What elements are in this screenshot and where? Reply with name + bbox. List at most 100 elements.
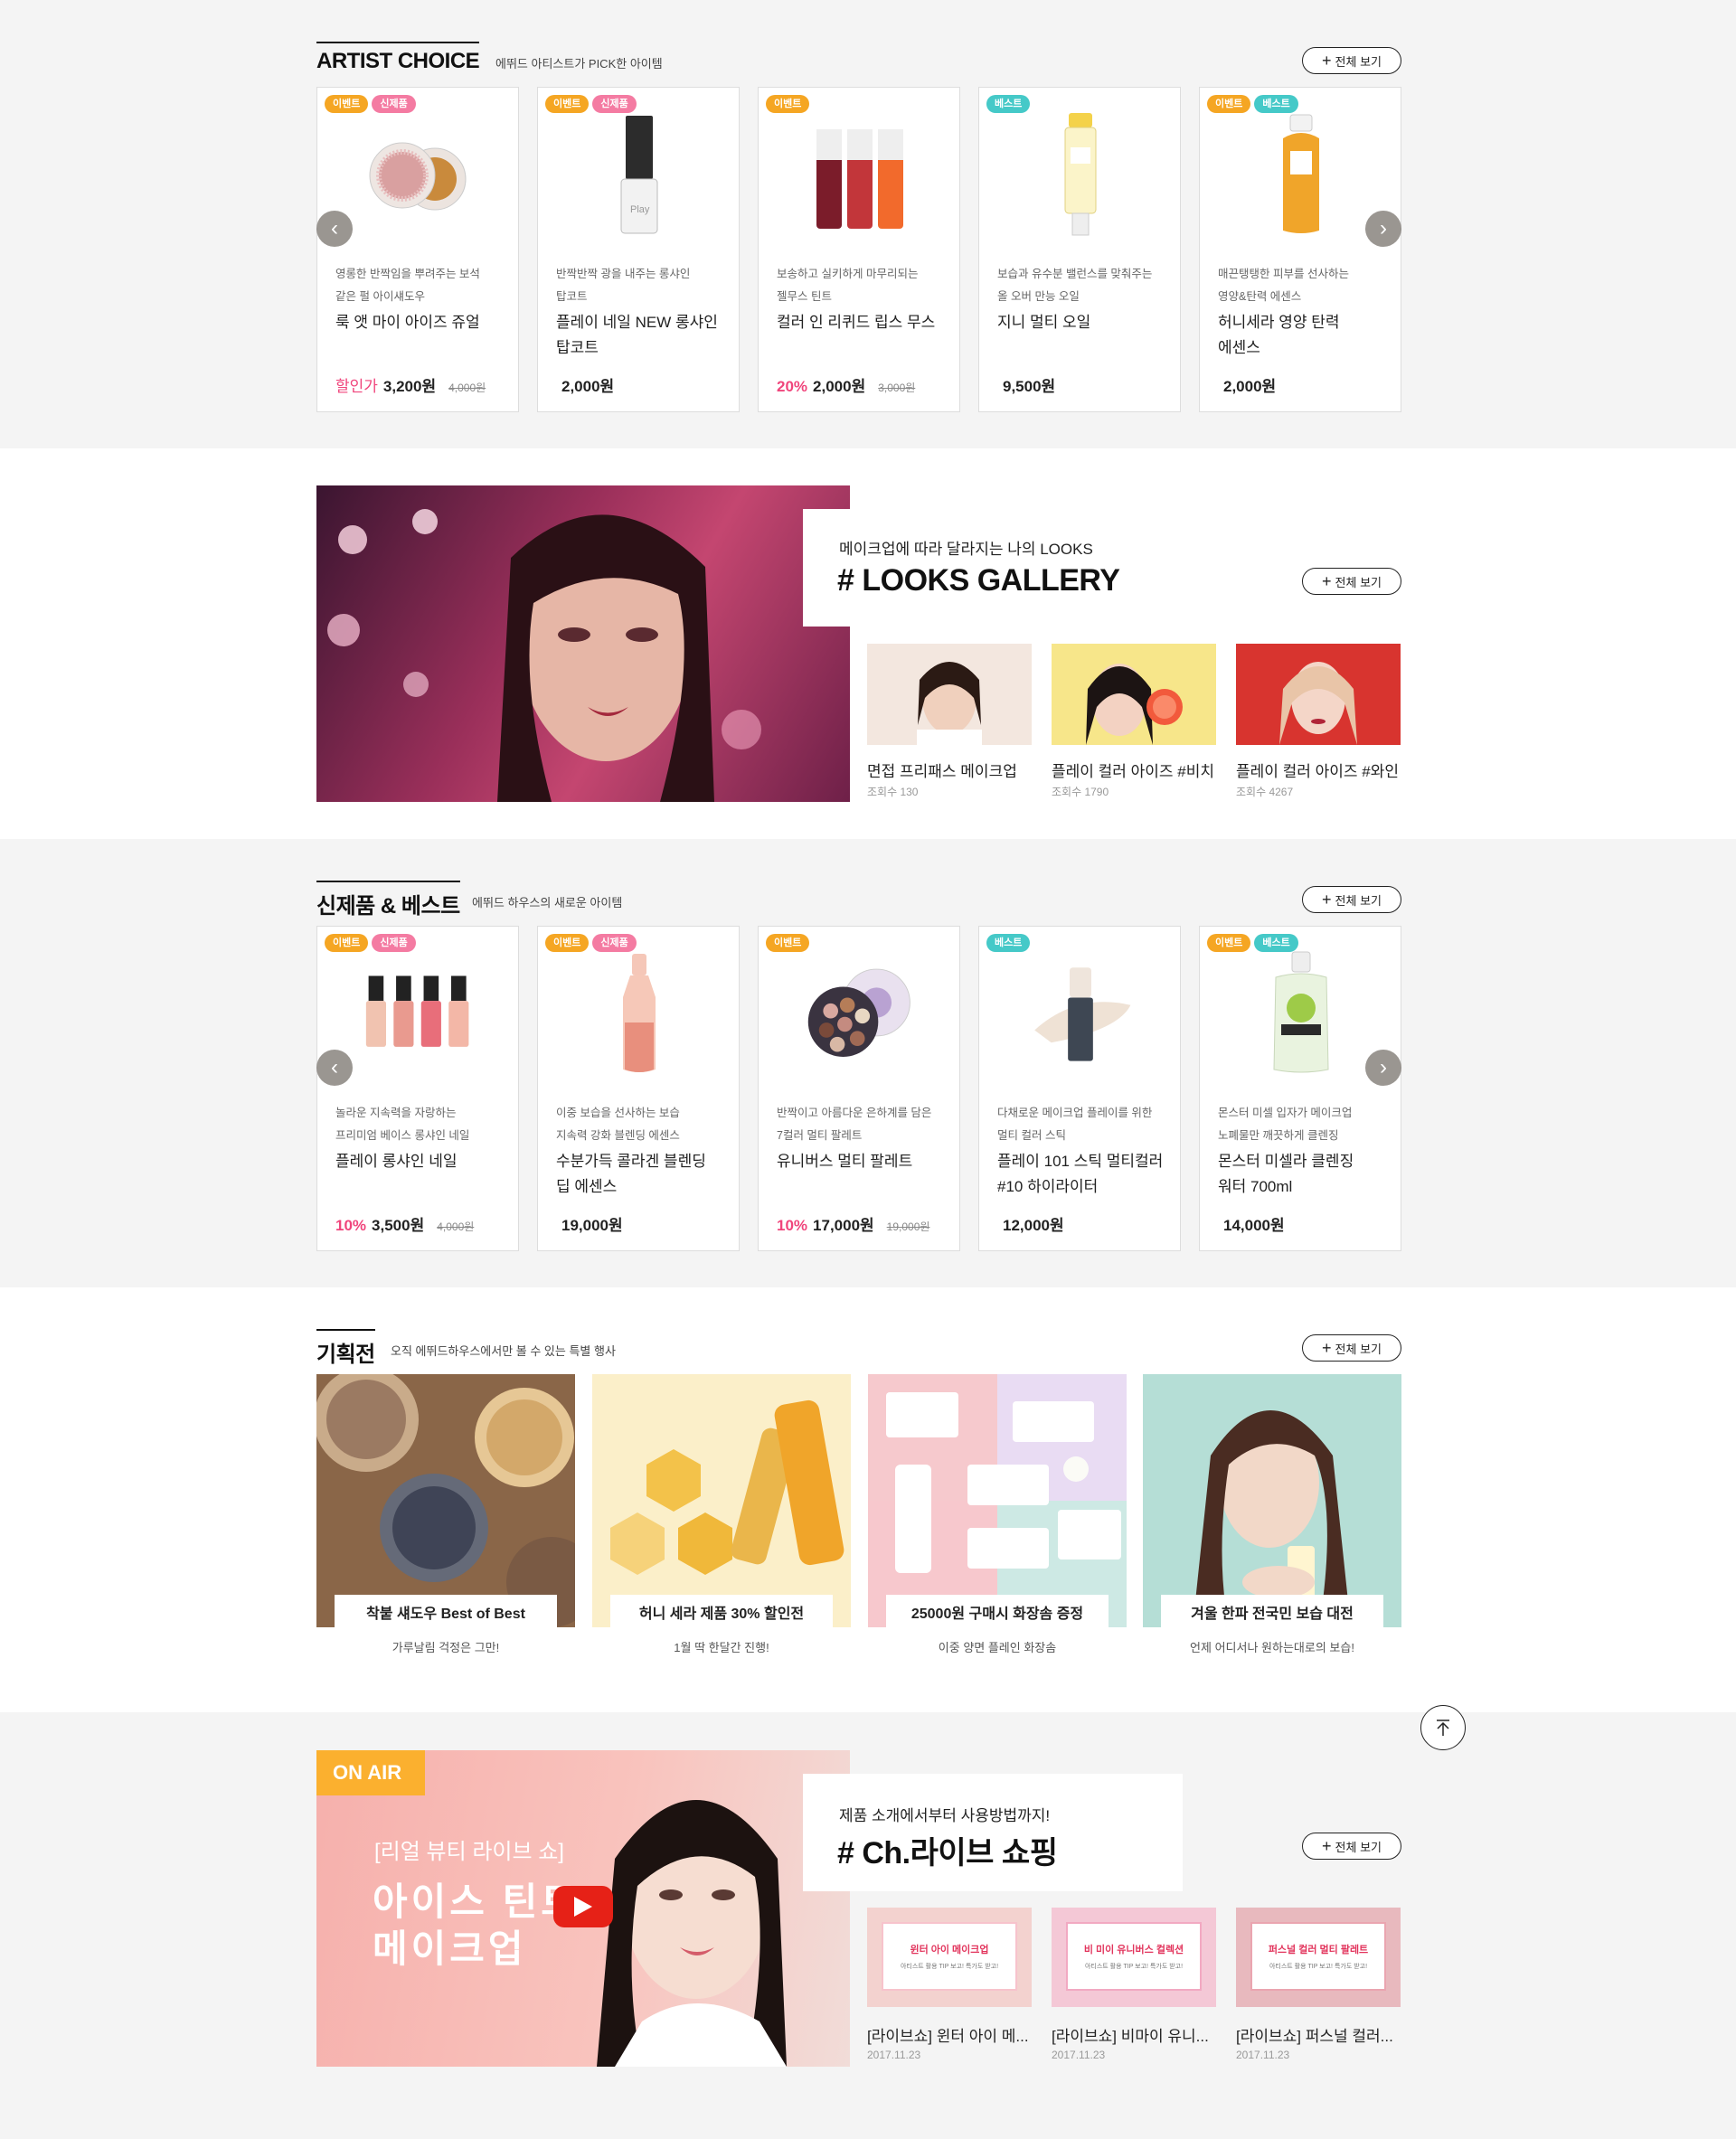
- plus-icon: +: [1322, 572, 1332, 590]
- look-title[interactable]: 플레이 컬러 아이즈 #와인: [1236, 759, 1399, 781]
- product-card[interactable]: 이벤트 신제품 놀라운 지속력을 자랑하는 프리미엄 베이스 롱샤인 네일 플레이…: [316, 926, 519, 1251]
- live-item-date: 2017.11.23: [867, 2049, 921, 2061]
- product-card[interactable]: 베스트 보습과 유수분 밸런스를 맞춰주는 올 오버 만능 오일 지니 멀티 오일…: [978, 87, 1181, 412]
- plus-icon: +: [1322, 52, 1332, 70]
- product-image[interactable]: [1026, 950, 1135, 1077]
- promo-list: 착붙 섀도우 Best of Best 가루날림 걱정은 그만! 허니 세라 제…: [316, 1374, 1401, 1663]
- product-price: 12,000원: [997, 1212, 1077, 1235]
- product-price: 10% 17,000원 19,000원: [777, 1212, 929, 1235]
- live-hero-video[interactable]: ON AIR [리얼 뷰티 라이브 쇼] 아이스 틴트 메이크업: [316, 1750, 850, 2067]
- look-title[interactable]: 면접 프리패스 메이크업: [867, 759, 1017, 781]
- product-image[interactable]: [1247, 950, 1355, 1077]
- live-thumb-title: 윈터 아이 메이크업: [910, 1945, 989, 1955]
- carousel-prev-button[interactable]: ‹: [316, 1050, 353, 1086]
- product-description: 매끈탱탱한 피부를 선사하는 영양&탄력 에센스: [1218, 268, 1349, 303]
- product-card[interactable]: 이벤트 반짝이고 아름다운 은하계를 담은 7컬러 멀티 팔레트 유니버스 멀티 …: [758, 926, 960, 1251]
- looks-hero-image[interactable]: [316, 485, 850, 802]
- product-name[interactable]: 컬러 인 리퀴드 립스 무스: [777, 310, 953, 335]
- best-badge: 베스트: [986, 934, 1031, 952]
- product-image[interactable]: [1026, 111, 1135, 238]
- live-thumb-subtitle: 아티스트 활용 TIP 보고! 특가도 받고!: [1084, 1964, 1184, 1970]
- promo-card[interactable]: 허니 세라 제품 30% 할인전: [592, 1374, 851, 1627]
- badge-group: 이벤트 신제품: [325, 934, 416, 952]
- looks-gallery-section: 메이크업에 따라 달라지는 나의 LOOKS # LOOKS GALLERY +…: [0, 448, 1736, 839]
- product-name[interactable]: 수분가득 콜라겐 블렌딩 딥 에센스: [556, 1149, 732, 1200]
- product-name[interactable]: 허니세라 영양 탄력 에센스: [1218, 310, 1394, 361]
- look-thumbnail[interactable]: [1052, 644, 1216, 745]
- carousel-next-button[interactable]: ›: [1365, 1050, 1401, 1086]
- product-card[interactable]: 이벤트 베스트 몬스터 미셀 입자가 메이크업 노폐물만 깨끗하게 클렌징 몬스터…: [1199, 926, 1401, 1251]
- badge-group: 이벤트 신제품: [545, 95, 637, 113]
- scroll-top-button[interactable]: [1420, 1705, 1466, 1750]
- look-title[interactable]: 플레이 컬러 아이즈 #비치: [1052, 759, 1214, 781]
- live-thumbnail[interactable]: 퍼스널 컬러 멀티 팔레트 아티스트 활용 TIP 보고! 특가도 받고!: [1236, 1908, 1401, 2007]
- svg-text:Play: Play: [630, 204, 650, 215]
- product-description: 반짝이고 아름다운 은하계를 담은 7컬러 멀티 팔레트: [777, 1107, 932, 1142]
- sale-price: 12,000원: [1003, 1217, 1064, 1234]
- event-badge: 이벤트: [1207, 95, 1251, 113]
- on-air-badge: ON AIR: [316, 1750, 425, 1795]
- product-image[interactable]: Play: [585, 111, 693, 238]
- look-thumbnail[interactable]: [1236, 644, 1401, 745]
- product-description: 다채로운 메이크업 플레이를 위한 멀티 컬러 스틱: [997, 1107, 1153, 1142]
- product-name[interactable]: 플레이 롱샤인 네일: [335, 1149, 512, 1174]
- plus-icon: +: [1322, 1339, 1332, 1357]
- product-price: 20% 2,000원 3,000원: [777, 373, 915, 396]
- video-play-button[interactable]: [553, 1886, 613, 1927]
- view-all-button[interactable]: + 전체 보기: [1302, 1334, 1401, 1362]
- sale-price: 2,000원: [813, 378, 866, 395]
- live-item-title[interactable]: [라이브쇼] 윈터 아이 메...: [867, 2023, 1029, 2046]
- promo-card[interactable]: 겨울 한파 전국민 보습 대전: [1143, 1374, 1401, 1627]
- product-name[interactable]: 유니버스 멀티 팔레트: [777, 1149, 953, 1174]
- product-image[interactable]: [806, 111, 914, 238]
- event-badge: 이벤트: [1207, 934, 1251, 952]
- product-image[interactable]: [1247, 111, 1355, 238]
- promo-card[interactable]: 착붙 섀도우 Best of Best: [316, 1374, 575, 1627]
- event-badge: 이벤트: [325, 95, 369, 113]
- live-item-title[interactable]: [라이브쇼] 퍼스널 컬러...: [1236, 2023, 1393, 2046]
- live-title-box: 제품 소개에서부터 사용방법까지! # Ch.라이브 쇼핑: [803, 1774, 1183, 1891]
- carousel-prev-button[interactable]: ‹: [316, 211, 353, 247]
- event-badge: 이벤트: [766, 934, 810, 952]
- product-name[interactable]: 플레이 101 스틱 멀티컬러 #10 하이라이터: [997, 1149, 1174, 1200]
- event-badge: 이벤트: [766, 95, 810, 113]
- product-name[interactable]: 지니 멀티 오일: [997, 310, 1174, 335]
- sale-price: 3,200원: [382, 378, 437, 395]
- product-description: 놀라운 지속력을 자랑하는 프리미엄 베이스 롱샤인 네일: [335, 1107, 470, 1142]
- promo-title: 허니 세라 제품 30% 할인전: [610, 1595, 833, 1627]
- original-price: 3,000원: [878, 382, 916, 394]
- look-views: 조회수 1790: [1052, 786, 1109, 798]
- view-all-button[interactable]: + 전체 보기: [1302, 47, 1401, 74]
- product-price: 할인가 3,200원 4,000원: [335, 373, 486, 396]
- live-item-title[interactable]: [라이브쇼] 비마이 유니...: [1052, 2023, 1209, 2046]
- product-card[interactable]: 이벤트 신제품 영롱한 반짝임을 뿌려주는 보석 같은 펄 아이섀도우 룩 앳 마…: [316, 87, 519, 412]
- product-name[interactable]: 몬스터 미셀라 클렌징 워터 700ml: [1218, 1149, 1394, 1200]
- promo-title: 25000원 구매시 화장솜 증정: [886, 1595, 1109, 1627]
- product-name[interactable]: 룩 앳 마이 아이즈 쥬얼: [335, 310, 512, 335]
- product-card[interactable]: 이벤트 베스트 매끈탱탱한 피부를 선사하는 영양&탄력 에센스 허니세라 영양 …: [1199, 87, 1401, 412]
- section-subtitle: 오직 에뛰드하우스에서만 볼 수 있는 특별 행사: [391, 1344, 616, 1358]
- live-thumbnail[interactable]: 윈터 아이 메이크업 아티스트 활용 TIP 보고! 특가도 받고!: [867, 1908, 1032, 2007]
- live-thumbnail[interactable]: 비 미이 유니버스 컬렉션 아티스트 활용 TIP 보고! 특가도 받고!: [1052, 1908, 1216, 2007]
- view-all-button[interactable]: + 전체 보기: [1302, 886, 1401, 913]
- product-image[interactable]: [364, 111, 473, 238]
- carousel-next-button[interactable]: ›: [1365, 211, 1401, 247]
- product-card[interactable]: 이벤트 신제품 Play 반짝반짝 광을 내주는 롱샤인 탑코트 플레이 네일 N…: [537, 87, 740, 412]
- event-badge: 이벤트: [545, 934, 590, 952]
- promo-card[interactable]: 25000원 구매시 화장솜 증정: [868, 1374, 1127, 1627]
- product-image[interactable]: [806, 950, 914, 1077]
- view-all-button[interactable]: + 전체 보기: [1302, 568, 1401, 595]
- product-card[interactable]: 이벤트 신제품 이중 보습을 선사하는 보습 지속력 강화 블렌딩 에센스 수분가…: [537, 926, 740, 1251]
- view-all-button[interactable]: + 전체 보기: [1302, 1833, 1401, 1860]
- product-image[interactable]: [585, 950, 693, 1077]
- chevron-right-icon: ›: [1380, 216, 1387, 240]
- new-badge: 신제품: [592, 95, 637, 113]
- live-hero-line1: [리얼 뷰티 라이브 쇼]: [374, 1840, 564, 1864]
- product-card[interactable]: 베스트 다채로운 메이크업 플레이를 위한 멀티 컬러 스틱 플레이 101 스틱…: [978, 926, 1181, 1251]
- product-name[interactable]: 플레이 네일 NEW 롱샤인 탑코트: [556, 310, 732, 361]
- product-image[interactable]: [364, 950, 473, 1077]
- product-card[interactable]: 이벤트 보송하고 실키하게 마무리되는 젤무스 틴트 컬러 인 리퀴드 립스 무스…: [758, 87, 960, 412]
- look-thumbnail[interactable]: [867, 644, 1032, 745]
- product-description: 영롱한 반짝임을 뿌려주는 보석 같은 펄 아이섀도우: [335, 268, 480, 303]
- live-thumb-subtitle: 아티스트 활용 TIP 보고! 특가도 받고!: [900, 1964, 999, 1970]
